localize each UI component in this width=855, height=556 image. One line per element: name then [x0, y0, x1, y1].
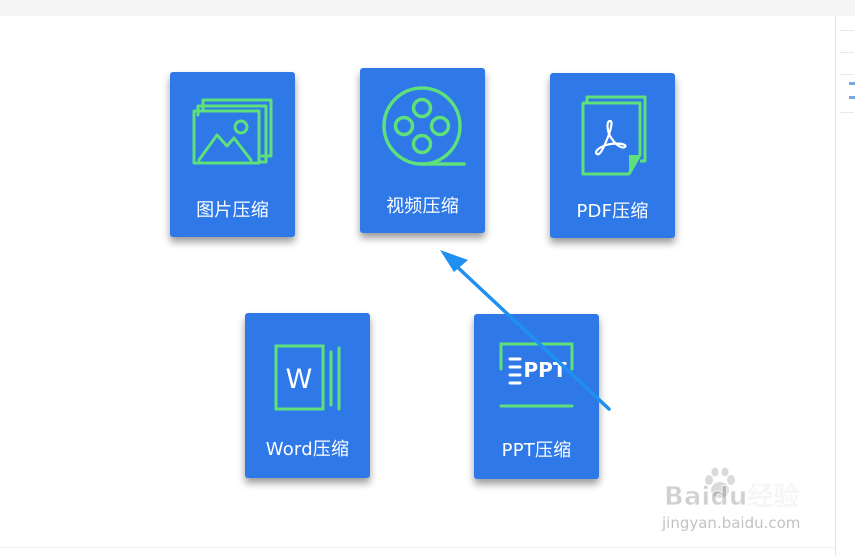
- top-bar: [0, 0, 855, 16]
- card-label: PPT压缩: [501, 440, 572, 461]
- card-label: 图片压缩: [196, 200, 269, 221]
- panel-line: [840, 74, 854, 75]
- panel-marker: [849, 82, 855, 85]
- watermark: Baidu经验 jingyan.baidu.com: [640, 462, 820, 548]
- image-compress-card[interactable]: 图片压缩: [170, 72, 295, 237]
- image-icon: [192, 98, 273, 165]
- panel-line: [840, 52, 854, 53]
- word-compress-card[interactable]: W Word压缩: [245, 313, 370, 478]
- card-label: 视频压缩: [386, 196, 459, 217]
- watermark-site: jingyan.baidu.com: [662, 514, 801, 532]
- panel-line: [840, 112, 854, 113]
- panel-marker: [849, 96, 855, 99]
- panel-line: [840, 30, 854, 31]
- ppt-glyph: PPT: [524, 358, 567, 382]
- watermark-brand: Baidu经验: [663, 482, 800, 513]
- film-reel-icon: [382, 86, 466, 166]
- ppt-file-icon: PPT: [499, 342, 574, 408]
- video-compress-card[interactable]: 视频压缩: [360, 68, 485, 233]
- card-label: Word压缩: [265, 439, 350, 460]
- ppt-compress-card[interactable]: PPT PPT压缩: [474, 314, 599, 479]
- word-glyph: W: [286, 364, 313, 395]
- word-file-icon: W: [274, 344, 341, 411]
- pdf-compress-card[interactable]: PDF压缩: [550, 73, 675, 238]
- pdf-file-icon: [581, 95, 647, 176]
- card-label: PDF压缩: [576, 201, 649, 222]
